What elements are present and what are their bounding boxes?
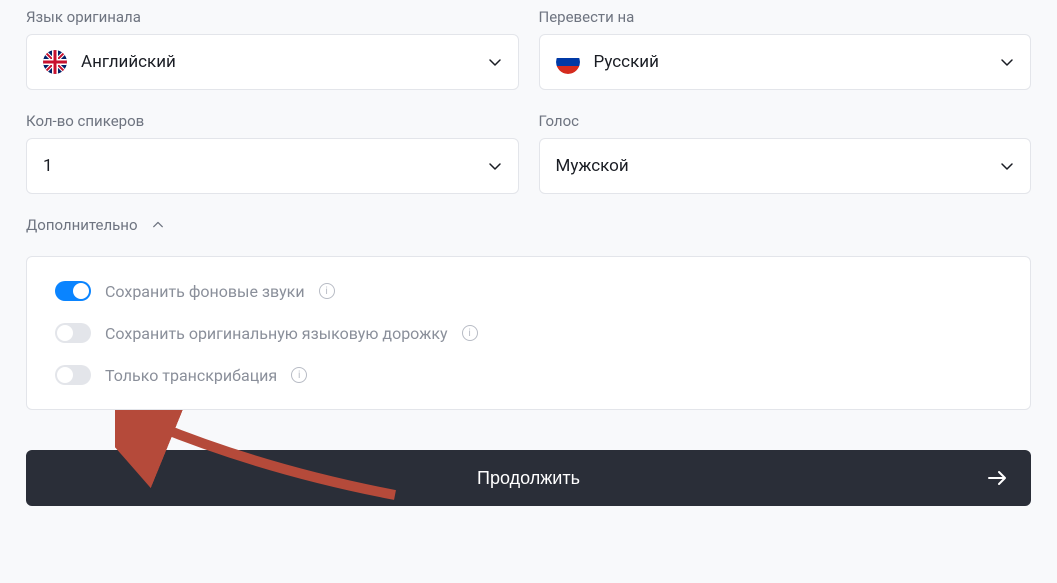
source-language-value: Английский bbox=[81, 52, 488, 72]
continue-button-label: Продолжить bbox=[477, 468, 580, 489]
keep-background-sounds-label: Сохранить фоновые звуки bbox=[105, 282, 305, 301]
voice-label: Голос bbox=[539, 112, 1032, 130]
target-language-value: Русский bbox=[594, 52, 1001, 72]
chevron-down-icon bbox=[1000, 55, 1014, 69]
info-icon[interactable]: i bbox=[462, 325, 478, 341]
arrow-right-icon bbox=[985, 466, 1009, 490]
voice-value: Мужской bbox=[556, 156, 1001, 176]
chevron-down-icon bbox=[488, 159, 502, 173]
transcription-only-label: Только транскрибация bbox=[105, 366, 277, 385]
transcription-only-toggle[interactable] bbox=[55, 365, 91, 385]
source-language-label: Язык оригинала bbox=[26, 8, 519, 26]
chevron-up-icon bbox=[152, 219, 164, 231]
target-language-label: Перевести на bbox=[539, 8, 1032, 26]
additional-toggle[interactable]: Дополнительно bbox=[26, 216, 164, 234]
uk-flag-icon bbox=[43, 50, 67, 74]
keep-original-track-label: Сохранить оригинальную языковую дорожку bbox=[105, 324, 448, 343]
continue-button[interactable]: Продолжить bbox=[26, 450, 1031, 506]
speakers-select[interactable]: 1 bbox=[26, 138, 519, 194]
info-icon[interactable]: i bbox=[319, 283, 335, 299]
speakers-value: 1 bbox=[43, 156, 488, 176]
additional-panel: Сохранить фоновые звуки i Сохранить ориг… bbox=[26, 256, 1031, 410]
chevron-down-icon bbox=[488, 55, 502, 69]
target-language-select[interactable]: Русский bbox=[539, 34, 1032, 90]
source-language-select[interactable]: Английский bbox=[26, 34, 519, 90]
additional-label: Дополнительно bbox=[26, 216, 138, 234]
keep-original-track-toggle[interactable] bbox=[55, 323, 91, 343]
ru-flag-icon bbox=[556, 50, 580, 74]
chevron-down-icon bbox=[1000, 159, 1014, 173]
keep-background-sounds-toggle[interactable] bbox=[55, 281, 91, 301]
voice-select[interactable]: Мужской bbox=[539, 138, 1032, 194]
speakers-label: Кол-во спикеров bbox=[26, 112, 519, 130]
info-icon[interactable]: i bbox=[291, 367, 307, 383]
